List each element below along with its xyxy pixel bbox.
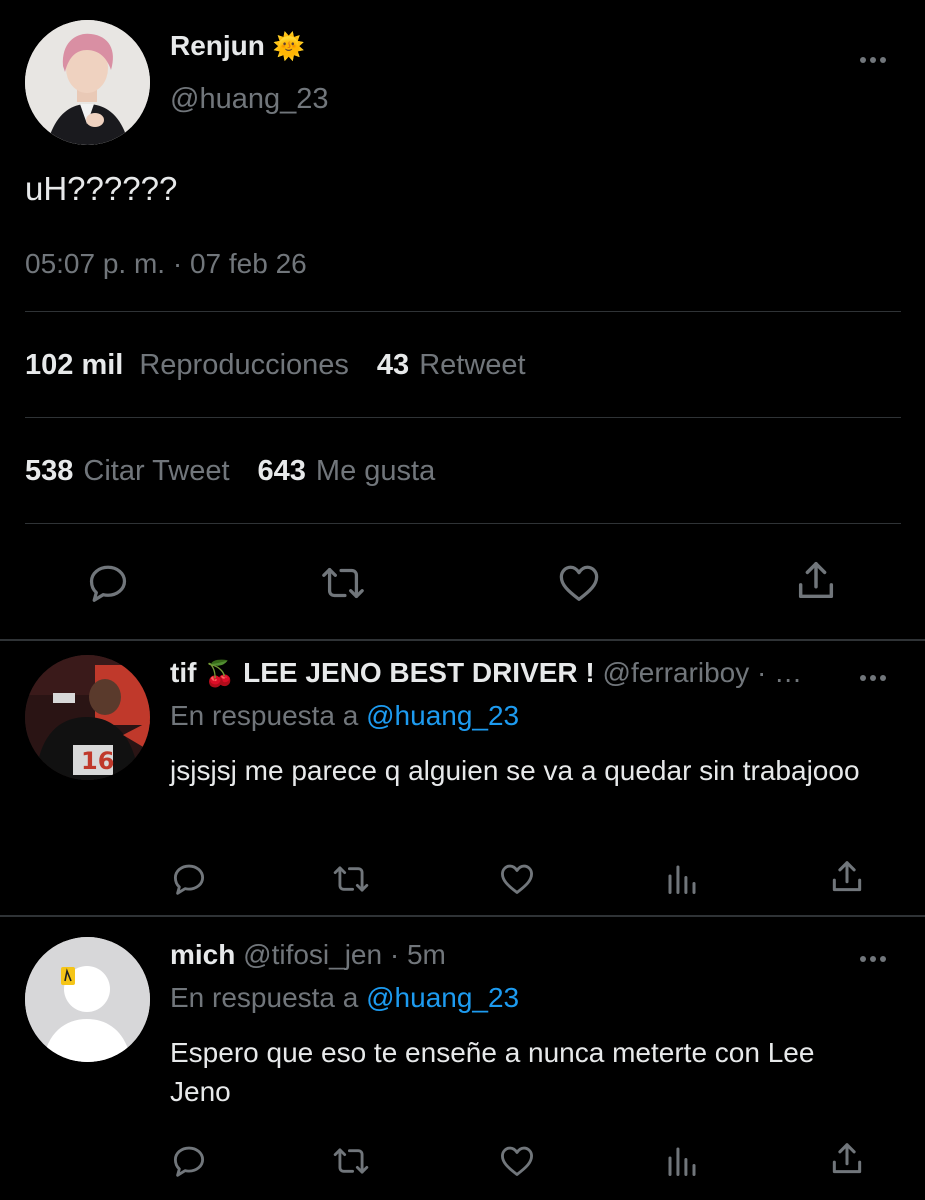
reply-icon[interactable] bbox=[170, 860, 208, 898]
views-icon[interactable] bbox=[664, 1142, 700, 1180]
tweet-text: uH?????? bbox=[25, 170, 178, 207]
author-name[interactable]: Renjun 🌞 bbox=[170, 30, 305, 62]
quotes-count: 538 bbox=[25, 455, 74, 487]
author-name-text: Renjun bbox=[170, 30, 265, 61]
like-icon[interactable] bbox=[498, 1142, 536, 1180]
retweet-icon[interactable] bbox=[317, 560, 369, 606]
tweet-timestamp[interactable]: 05:07 p. m. · 07 feb 26 bbox=[25, 248, 307, 280]
more-options-icon[interactable] bbox=[860, 675, 886, 681]
reply-author-name[interactable]: mich bbox=[170, 939, 235, 970]
reply-text: jsjsjsj me parece q alguien se va a qued… bbox=[170, 755, 860, 786]
retweets-count: 43 bbox=[376, 349, 410, 381]
reply-context-handle[interactable]: @huang_23 bbox=[366, 982, 519, 1013]
views-icon[interactable] bbox=[664, 860, 700, 898]
likes-label[interactable]: Me gusta bbox=[316, 455, 435, 487]
views-label[interactable]: Reproducciones bbox=[139, 349, 349, 381]
svg-text:16: 16 bbox=[81, 747, 114, 775]
divider bbox=[25, 417, 901, 418]
reply-context-handle[interactable]: @huang_23 bbox=[366, 700, 519, 731]
reply-header: tif 🍒 LEE JENO BEST DRIVER ! @ferrariboy… bbox=[170, 657, 802, 689]
divider bbox=[0, 639, 925, 641]
retweet-icon[interactable] bbox=[330, 860, 372, 898]
share-icon[interactable] bbox=[793, 558, 839, 604]
more-options-icon[interactable] bbox=[860, 57, 886, 63]
share-icon[interactable] bbox=[828, 1140, 866, 1178]
reply-meta: · … bbox=[757, 657, 803, 688]
reply-author-handle[interactable]: @ferrariboy bbox=[603, 657, 750, 688]
share-icon[interactable] bbox=[828, 858, 866, 896]
more-options-icon[interactable] bbox=[860, 956, 886, 962]
stats-row-2: 538 Citar Tweet 643 Me gusta bbox=[25, 455, 435, 488]
reply-author-handle[interactable]: @tifosi_jen bbox=[243, 939, 382, 970]
reply-avatar[interactable] bbox=[25, 937, 150, 1062]
reply-icon[interactable] bbox=[170, 1142, 208, 1180]
divider bbox=[0, 915, 925, 917]
reply-icon[interactable] bbox=[85, 560, 131, 606]
retweet-icon[interactable] bbox=[330, 1142, 372, 1180]
like-icon[interactable] bbox=[498, 860, 536, 898]
author-handle[interactable]: @huang_23 bbox=[170, 83, 328, 116]
retweets-label[interactable]: Retweet bbox=[419, 349, 525, 381]
reply-context: En respuesta a @huang_23 bbox=[170, 700, 519, 732]
reply-author-name-suffix[interactable]: LEE JENO BEST DRIVER ! bbox=[243, 657, 595, 688]
reply-context-label: En respuesta a bbox=[170, 700, 359, 731]
reply-author-name[interactable]: tif bbox=[170, 657, 196, 688]
reply-text: Espero que eso te enseñe a nunca meterte… bbox=[170, 1037, 815, 1107]
reply-context-label: En respuesta a bbox=[170, 982, 359, 1013]
reply-context: En respuesta a @huang_23 bbox=[170, 982, 519, 1014]
like-icon[interactable] bbox=[555, 560, 603, 606]
likes-count: 643 bbox=[257, 455, 306, 487]
divider bbox=[25, 523, 901, 524]
sun-emoji: 🌞 bbox=[272, 31, 306, 61]
stats-row-1: 102 mil Reproducciones 43 Retweet bbox=[25, 349, 526, 382]
divider bbox=[25, 311, 901, 312]
author-avatar[interactable] bbox=[25, 20, 150, 145]
cherry-emoji: 🍒 bbox=[204, 660, 236, 688]
reply-meta: · 5m bbox=[389, 939, 446, 970]
reply-header: mich @tifosi_jen · 5m bbox=[170, 939, 446, 971]
reply-avatar[interactable]: 16 bbox=[25, 655, 150, 780]
quotes-label[interactable]: Citar Tweet bbox=[83, 455, 229, 487]
views-count: 102 mil bbox=[25, 349, 124, 381]
